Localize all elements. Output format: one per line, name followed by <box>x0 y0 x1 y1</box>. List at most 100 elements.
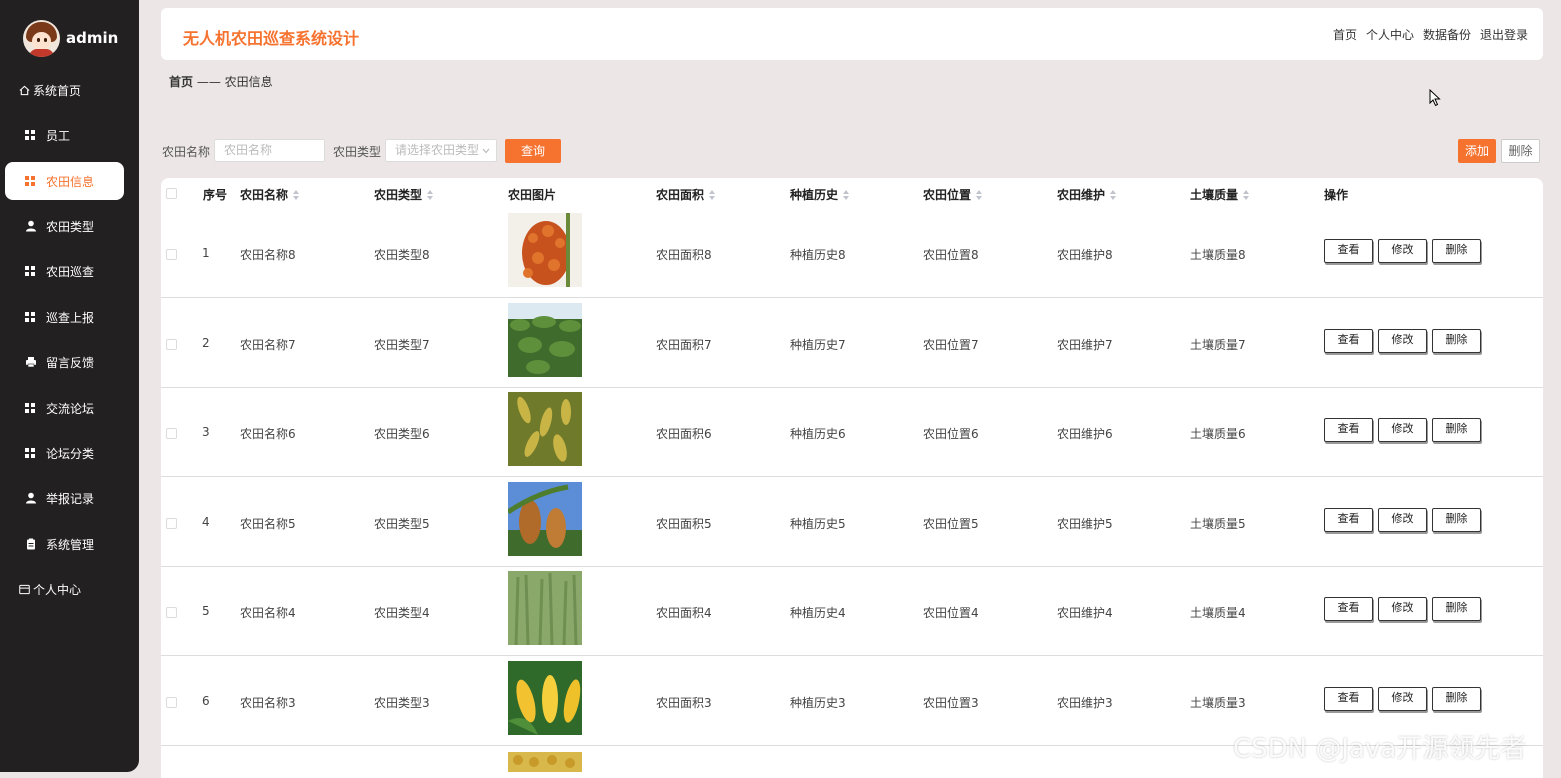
farmland-image[interactable] <box>508 213 582 287</box>
sort-icon[interactable] <box>976 189 983 200</box>
delete-button[interactable]: 删除 <box>1432 418 1481 442</box>
cell-history: 种植历史8 <box>790 248 846 262</box>
breadcrumb-home[interactable]: 首页 <box>169 75 193 89</box>
col-header-name[interactable]: 农田名称 <box>240 186 300 203</box>
col-header-label: 农田图片 <box>508 188 557 202</box>
app-title: 无人机农田巡查系统设计 <box>183 29 360 48</box>
cell-soil: 土壤质量7 <box>1190 338 1246 352</box>
col-header-image: 农田图片 <box>508 186 556 203</box>
breadcrumb: 首页 —— 农田信息 <box>169 73 273 90</box>
farmland-image[interactable] <box>508 482 582 556</box>
query-button[interactable]: 查询 <box>505 139 561 163</box>
top-link-home[interactable]: 首页 <box>1333 26 1357 43</box>
row-checkbox[interactable] <box>166 249 177 260</box>
sidebar-item-home[interactable]: 系统首页 <box>5 71 124 109</box>
delete-button[interactable]: 删除 <box>1432 687 1481 711</box>
farmland-image[interactable] <box>508 303 582 377</box>
farmland-image[interactable] <box>508 392 582 466</box>
sidebar-item-label: 巡查上报 <box>46 310 95 325</box>
cell-history: 种植历史6 <box>790 427 846 441</box>
view-button[interactable]: 查看 <box>1324 687 1373 711</box>
col-header-type[interactable]: 农田类型 <box>374 186 434 203</box>
sort-icon[interactable] <box>843 189 850 200</box>
edit-button[interactable]: 修改 <box>1378 508 1427 532</box>
delete-button[interactable]: 删除 <box>1432 597 1481 621</box>
row-checkbox[interactable] <box>166 607 177 618</box>
edit-button[interactable]: 修改 <box>1378 597 1427 621</box>
delete-button[interactable]: 删除 <box>1432 239 1481 263</box>
top-link-logout[interactable]: 退出登录 <box>1480 26 1528 43</box>
sidebar-item-system[interactable]: 系统管理 <box>5 525 124 563</box>
sidebar-item-forum[interactable]: 交流论坛 <box>5 389 124 427</box>
top-link-profile[interactable]: 个人中心 <box>1366 26 1414 43</box>
table-row: 5 农田名称4 农田类型4 农田面积4 种植历史4 农田位置4 农田维护4 土壤质量4 查看 修改… <box>161 567 1543 656</box>
cell-no: 3 <box>202 425 210 439</box>
farmland-name-input[interactable]: 农田名称 <box>214 139 325 162</box>
batch-delete-button[interactable]: 删除 <box>1501 139 1540 163</box>
sidebar-item-farmland-type[interactable]: 农田类型 <box>5 207 124 245</box>
delete-button[interactable]: 删除 <box>1432 508 1481 532</box>
add-button[interactable]: 添加 <box>1458 139 1496 163</box>
edit-button[interactable]: 修改 <box>1378 239 1427 263</box>
select-all-checkbox[interactable] <box>166 188 177 199</box>
farmland-image[interactable] <box>508 752 582 772</box>
col-header-soil[interactable]: 土壤质量 <box>1190 186 1250 203</box>
sort-icon[interactable] <box>293 189 300 200</box>
row-checkbox[interactable] <box>166 428 177 439</box>
delete-button[interactable]: 删除 <box>1432 329 1481 353</box>
row-checkbox[interactable] <box>166 518 177 529</box>
row-checkbox[interactable] <box>166 697 177 708</box>
sidebar-item-employee[interactable]: 员工 <box>5 116 124 154</box>
user-icon <box>26 492 36 504</box>
avatar[interactable] <box>23 19 60 57</box>
col-header-history[interactable]: 种植历史 <box>790 186 850 203</box>
col-header-no: 序号 <box>203 186 227 203</box>
breadcrumb-separator: —— <box>196 75 221 89</box>
view-button[interactable]: 查看 <box>1324 597 1373 621</box>
breadcrumb-current: 农田信息 <box>224 75 273 89</box>
row-checkbox[interactable] <box>166 339 177 350</box>
table-row: 2 农田名称7 农田类型7 农田面积7 种植历史7 农田位置7 农田维护7 土壤质量7 查看 修改… <box>161 299 1543 388</box>
edit-button[interactable]: 修改 <box>1378 329 1427 353</box>
sidebar-item-patrol-report[interactable]: 巡查上报 <box>5 298 124 336</box>
sidebar-item-label: 农田信息 <box>46 174 95 189</box>
farmland-image[interactable] <box>508 661 582 735</box>
sidebar-item-label: 农田类型 <box>46 219 95 234</box>
cell-soil: 土壤质量6 <box>1190 427 1246 441</box>
view-button[interactable]: 查看 <box>1324 508 1373 532</box>
sidebar-item-forum-category[interactable]: 论坛分类 <box>5 434 124 472</box>
sidebar-item-report-records[interactable]: 举报记录 <box>5 479 124 517</box>
view-button[interactable]: 查看 <box>1324 329 1373 353</box>
cell-maintain: 农田维护6 <box>1057 427 1113 441</box>
sidebar-item-farmland-patrol[interactable]: 农田巡查 <box>5 252 124 290</box>
brand-name: admin <box>66 29 119 47</box>
col-header-area[interactable]: 农田面积 <box>656 186 716 203</box>
home-icon <box>19 85 30 95</box>
sidebar-item-label: 农田巡查 <box>46 264 95 279</box>
view-button[interactable]: 查看 <box>1324 239 1373 263</box>
sidebar-item-feedback[interactable]: 留言反馈 <box>5 343 124 381</box>
col-header-location[interactable]: 农田位置 <box>923 186 983 203</box>
edit-button[interactable]: 修改 <box>1378 687 1427 711</box>
sort-icon[interactable] <box>709 189 716 200</box>
view-button[interactable]: 查看 <box>1324 418 1373 442</box>
sort-icon[interactable] <box>1243 189 1250 200</box>
farmland-type-label: 农田类型 <box>333 145 382 159</box>
sidebar-item-profile[interactable]: 个人中心 <box>5 570 124 608</box>
farmland-type-select[interactable]: 请选择农田类型 <box>385 139 497 162</box>
cell-name: 农田名称8 <box>240 248 296 262</box>
sidebar-item-farmland-info[interactable]: 农田信息 <box>5 162 124 200</box>
cell-location: 农田位置4 <box>923 606 979 620</box>
sort-icon[interactable] <box>427 189 434 200</box>
top-link-backup[interactable]: 数据备份 <box>1423 26 1471 43</box>
cell-type: 农田类型8 <box>374 248 430 262</box>
card-icon <box>19 584 30 594</box>
edit-button[interactable]: 修改 <box>1378 418 1427 442</box>
sidebar-item-label: 留言反馈 <box>46 355 95 370</box>
sort-icon[interactable] <box>1110 189 1117 200</box>
sidebar-item-label: 个人中心 <box>33 582 82 597</box>
farmland-image[interactable] <box>508 571 582 645</box>
cell-name: 农田名称6 <box>240 427 296 441</box>
cell-area: 农田面积6 <box>656 427 712 441</box>
col-header-maintain[interactable]: 农田维护 <box>1057 186 1117 203</box>
